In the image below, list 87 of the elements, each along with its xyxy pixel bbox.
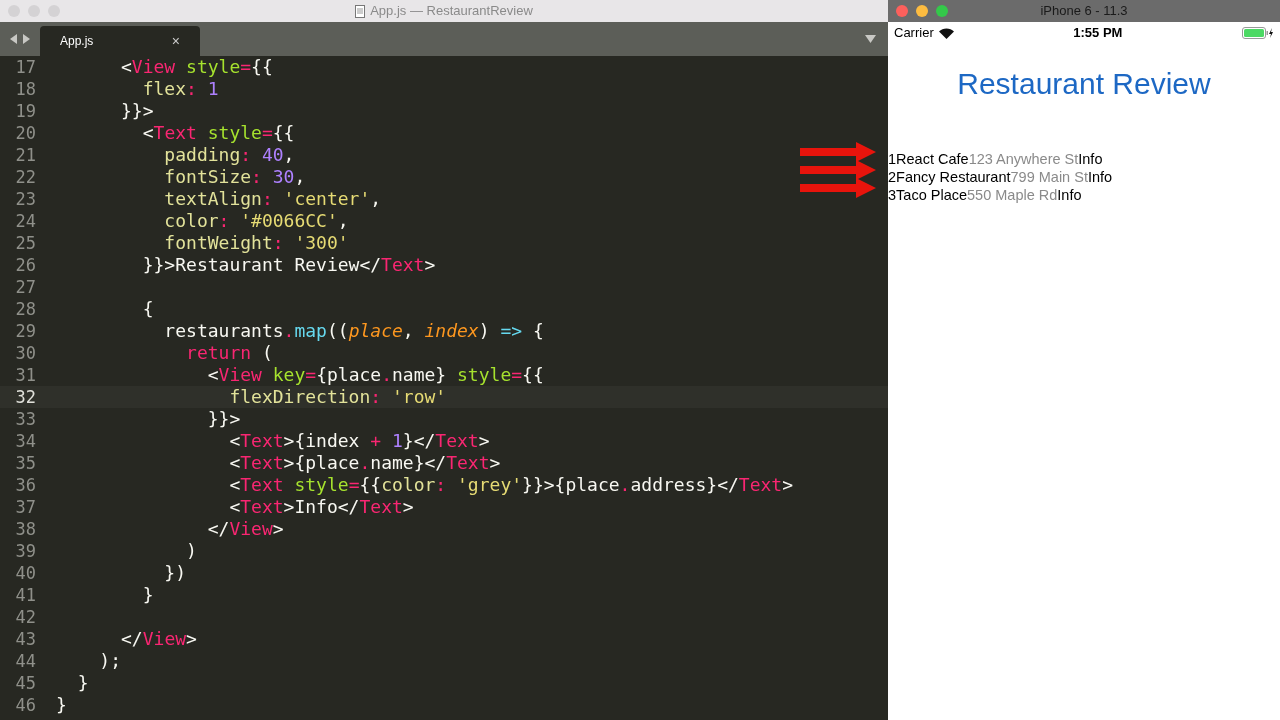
line-number: 33 [14, 408, 36, 430]
code-line: }}> [206, 408, 241, 430]
line-number: 34 [14, 430, 36, 452]
editor-tab[interactable]: App.js × [40, 26, 200, 56]
code-line: } [76, 672, 89, 694]
code-line: padding: 40, [163, 144, 295, 166]
code-line: <Text>Info</Text> [228, 496, 414, 518]
line-number: 18 [14, 78, 36, 100]
line-number: 26 [14, 254, 36, 276]
close-button[interactable]: × [171, 30, 180, 52]
line-number: 25 [14, 232, 36, 254]
line-number: 28 [14, 298, 36, 320]
document-icon [355, 4, 366, 18]
status-time: 1:55 PM [1073, 24, 1123, 43]
code-line: return ( [185, 342, 273, 364]
code-line: flex: 1 [141, 78, 219, 100]
code-line: <Text>{place.name}</Text> [228, 452, 501, 474]
window-control-button[interactable] [916, 5, 928, 17]
carrier-label: Carrier [894, 24, 934, 43]
forward-icon[interactable] [22, 34, 30, 44]
window-control-button[interactable] [936, 5, 948, 17]
restaurant-address: 799 Main St [1010, 168, 1088, 186]
line-number: 41 [14, 584, 36, 606]
line-number: 23 [14, 188, 36, 210]
code-line: <View key={place.name} style={{ [206, 364, 544, 386]
restaurant-address: 550 Maple Rd [967, 186, 1058, 204]
code-line: }}> [120, 100, 154, 122]
back-icon[interactable] [10, 34, 18, 44]
code-line: textAlign: 'center', [163, 188, 382, 210]
line-number: 17 [14, 56, 36, 78]
info-label: Info [1087, 168, 1113, 186]
line-number: 38 [14, 518, 36, 540]
code-line: <Text style={{ [141, 122, 295, 144]
code-line: } [141, 584, 154, 606]
code-line: ); [98, 650, 122, 672]
code-line: color: '#0066CC', [163, 210, 349, 232]
code-line: </View> [120, 628, 197, 650]
code-line: }}>Restaurant Review</Text> [141, 254, 436, 276]
code-line: </View> [206, 518, 284, 540]
line-number: 44 [14, 650, 36, 672]
line-number: 20 [14, 122, 36, 144]
code-line: <View style={{ [120, 56, 273, 78]
line-number: 45 [14, 672, 36, 694]
code-line: fontWeight: '300' [163, 232, 349, 254]
code-line: { [141, 298, 154, 320]
code-line: fontSize: 30, [163, 166, 306, 188]
row-index: 1 [888, 150, 897, 168]
line-number: 32 [14, 386, 36, 408]
line-number: 22 [14, 166, 36, 188]
restaurant-name: Taco Place [896, 186, 967, 204]
line-number: 39 [14, 540, 36, 562]
info-label: Info [1057, 186, 1082, 204]
line-number: 42 [14, 606, 36, 628]
restaurant-name: React Cafe [896, 150, 969, 168]
line-number: 19 [14, 100, 36, 122]
code-line: flexDirection: 'row' [228, 386, 447, 408]
line-number: 37 [14, 496, 36, 518]
window-title: App.js — RestaurantReview [370, 2, 533, 21]
row-index: 2 [888, 168, 897, 186]
line-number: 29 [14, 320, 36, 342]
line-number: 43 [14, 628, 36, 650]
restaurant-name: Fancy Restaurant [896, 168, 1011, 186]
line-number: 21 [14, 144, 36, 166]
info-label: Info [1078, 150, 1103, 168]
line-number: 24 [14, 210, 36, 232]
code-line: restaurants.map((place, index) => { [163, 320, 544, 342]
code-line: }) [163, 562, 187, 584]
line-number: 40 [14, 562, 36, 584]
code-line: <Text>{index + 1}</Text> [228, 430, 490, 452]
line-number: 36 [14, 474, 36, 496]
code-line: } [56, 694, 67, 716]
dropdown-icon[interactable] [865, 35, 876, 43]
line-number: 30 [14, 342, 36, 364]
code-line: <Text style={{color: 'grey'}}>{place.address}</Text> [228, 474, 794, 496]
window-title: iPhone 6 - 11.3 [1040, 2, 1128, 21]
row-index: 3 [888, 186, 897, 204]
line-number: 46 [14, 694, 36, 716]
window-control-button[interactable] [896, 5, 908, 17]
battery-charging-icon [1242, 27, 1274, 39]
line-number: 27 [14, 276, 36, 298]
tab-label: App.js [60, 33, 94, 50]
line-number: 35 [14, 452, 36, 474]
code-line: ) [185, 540, 197, 562]
app-heading: Restaurant Review [956, 66, 1212, 102]
restaurant-address: 123 Anywhere St [968, 150, 1079, 168]
line-number: 31 [14, 364, 36, 386]
wifi-icon [938, 27, 954, 39]
